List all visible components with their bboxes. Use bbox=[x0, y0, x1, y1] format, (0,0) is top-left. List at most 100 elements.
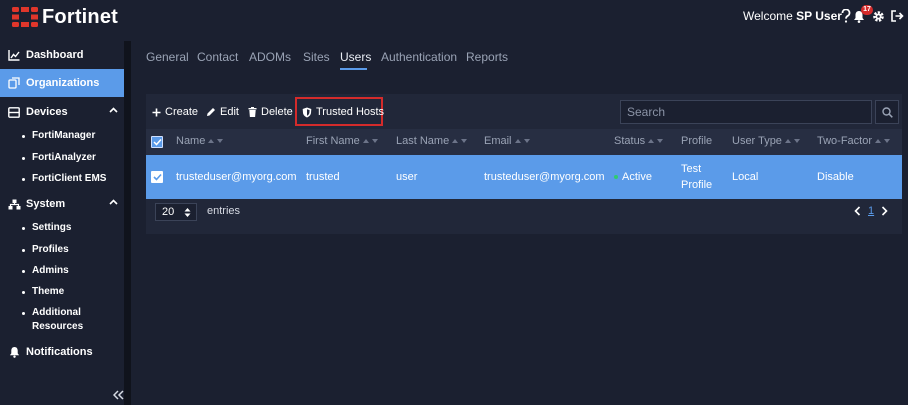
column-header-email[interactable]: Email bbox=[484, 135, 531, 147]
next-page-icon[interactable] bbox=[881, 205, 888, 216]
sidebar-subitem-label: Admins bbox=[32, 265, 69, 276]
page-size-select[interactable]: 20 bbox=[155, 203, 197, 221]
page-number-link[interactable]: 1 bbox=[868, 205, 874, 217]
cell-email: trusteduser@myorg.com bbox=[484, 171, 605, 183]
sidebar-subitem-label: Profiles bbox=[32, 244, 69, 255]
edit-button[interactable]: Edit bbox=[206, 104, 239, 120]
sidebar-subitem-fortianalyzer[interactable]: FortiAnalyzer bbox=[22, 151, 96, 165]
chevron-up-icon[interactable] bbox=[109, 107, 118, 113]
create-button[interactable]: Create bbox=[152, 104, 198, 120]
edit-label: Edit bbox=[220, 106, 239, 118]
bullet-icon bbox=[22, 227, 25, 230]
sort-icon[interactable] bbox=[208, 138, 224, 144]
sidebar-item-dashboard[interactable]: Dashboard bbox=[0, 44, 124, 66]
sort-icon[interactable] bbox=[648, 138, 664, 144]
sidebar-item-organizations[interactable]: Organizations bbox=[0, 69, 124, 97]
sort-icon[interactable] bbox=[452, 138, 468, 144]
tab-users[interactable]: Users bbox=[340, 50, 371, 64]
sidebar-subitem-additional-resources[interactable]: Additional Resources bbox=[22, 306, 117, 334]
logout-icon[interactable] bbox=[889, 7, 905, 25]
devices-icon bbox=[7, 106, 21, 118]
select-all-checkbox[interactable] bbox=[151, 136, 163, 148]
entries-label: entries bbox=[207, 205, 241, 217]
column-header-user-type[interactable]: User Type bbox=[732, 135, 801, 147]
sort-icon[interactable] bbox=[784, 138, 801, 144]
gear-icon[interactable] bbox=[870, 7, 886, 25]
check-icon bbox=[152, 138, 162, 146]
column-header-profile[interactable]: Profile bbox=[681, 135, 712, 147]
delete-label: Delete bbox=[261, 106, 293, 118]
create-label: Create bbox=[165, 106, 199, 118]
brand-name: Fortinet bbox=[42, 5, 119, 28]
sidebar-item-label: Notifications bbox=[26, 346, 93, 358]
plus-icon bbox=[152, 108, 161, 117]
fortinet-logo[interactable]: Fortinet bbox=[12, 5, 118, 29]
page-size-value: 20 bbox=[162, 206, 175, 218]
sidebar-subitem-settings[interactable]: Settings bbox=[22, 221, 71, 235]
sort-updown-icon bbox=[184, 207, 191, 218]
dashboard-icon bbox=[7, 49, 21, 61]
column-label: User Type bbox=[732, 135, 782, 147]
trusted-hosts-button[interactable]: Trusted Hosts bbox=[302, 104, 384, 120]
sidebar-item-label: Devices bbox=[26, 106, 68, 118]
tab-reports[interactable]: Reports bbox=[466, 50, 508, 64]
status-label: Active bbox=[622, 171, 652, 183]
row-checkbox[interactable] bbox=[151, 171, 163, 183]
sidebar-subitem-fortimanager[interactable]: FortiManager bbox=[22, 129, 95, 143]
top-header: Fortinet Welcome SP User 17 bbox=[0, 0, 908, 34]
column-header-two-factor[interactable]: Two-Factor bbox=[817, 135, 891, 147]
column-label: First Name bbox=[306, 135, 360, 147]
sidebar-subitem-label: Additional Resources bbox=[32, 307, 84, 332]
sidebar-subitem-label: Theme bbox=[32, 286, 65, 297]
sidebar-subitem-label: FortiClient EMS bbox=[32, 173, 107, 184]
sidebar-subitem-theme[interactable]: Theme bbox=[22, 285, 64, 299]
column-label: Name bbox=[176, 135, 206, 147]
bullet-icon bbox=[22, 291, 25, 294]
sidebar-item-label: Organizations bbox=[26, 77, 100, 89]
collapse-sidebar-icon[interactable] bbox=[113, 390, 124, 400]
sort-icon[interactable] bbox=[514, 138, 531, 144]
sidebar-subitem-forticlient-ems[interactable]: FortiClient EMS bbox=[22, 172, 106, 186]
bullet-icon bbox=[22, 270, 25, 273]
tab-authentication[interactable]: Authentication bbox=[381, 50, 457, 64]
sidebar-item-devices[interactable]: Devices bbox=[0, 101, 124, 123]
tab-contact[interactable]: Contact bbox=[197, 50, 238, 64]
sidebar-subitem-label: FortiManager bbox=[32, 130, 96, 141]
welcome-text: Welcome SP User bbox=[743, 9, 842, 23]
tab-general[interactable]: General bbox=[146, 50, 189, 64]
cell-profile-line1: Test bbox=[681, 163, 702, 175]
column-header-last-name[interactable]: Last Name bbox=[396, 135, 468, 147]
chevron-up-icon[interactable] bbox=[109, 199, 118, 205]
sidebar-scrollbar[interactable] bbox=[124, 41, 131, 405]
sidebar-subitem-admins[interactable]: Admins bbox=[22, 264, 69, 278]
sort-icon[interactable] bbox=[875, 138, 891, 144]
trash-icon bbox=[248, 107, 257, 117]
cell-first-name: trusted bbox=[306, 171, 340, 183]
bullet-icon bbox=[22, 312, 25, 315]
system-icon bbox=[7, 199, 21, 210]
cell-last-name: user bbox=[396, 171, 418, 183]
delete-button[interactable]: Delete bbox=[248, 104, 293, 120]
cell-two-factor: Disable bbox=[817, 171, 854, 183]
sidebar-subitem-profiles[interactable]: Profiles bbox=[22, 243, 69, 257]
shield-icon bbox=[302, 107, 312, 118]
column-header-status[interactable]: Status bbox=[614, 135, 664, 147]
search-input[interactable] bbox=[620, 100, 872, 124]
sidebar-item-system[interactable]: System bbox=[0, 193, 124, 215]
column-header-first-name[interactable]: First Name bbox=[306, 135, 379, 147]
column-header-name[interactable]: Name bbox=[176, 135, 224, 147]
tab-adoms[interactable]: ADOMs bbox=[249, 50, 291, 64]
sidebar-item-label: Dashboard bbox=[26, 49, 84, 61]
sidebar-item-label: System bbox=[26, 198, 66, 210]
bullet-icon bbox=[22, 249, 25, 252]
previous-page-icon[interactable] bbox=[854, 205, 861, 216]
bell-icon bbox=[7, 346, 21, 358]
cell-user-type: Local bbox=[732, 171, 759, 183]
search-button[interactable] bbox=[875, 100, 899, 124]
sidebar-subitem-label: FortiAnalyzer bbox=[32, 152, 96, 163]
sidebar-item-notifications[interactable]: Notifications bbox=[0, 341, 124, 363]
sort-icon[interactable] bbox=[362, 138, 379, 144]
column-label: Profile bbox=[681, 135, 713, 147]
tab-sites[interactable]: Sites bbox=[303, 50, 330, 64]
user-name: SP User bbox=[796, 9, 842, 23]
